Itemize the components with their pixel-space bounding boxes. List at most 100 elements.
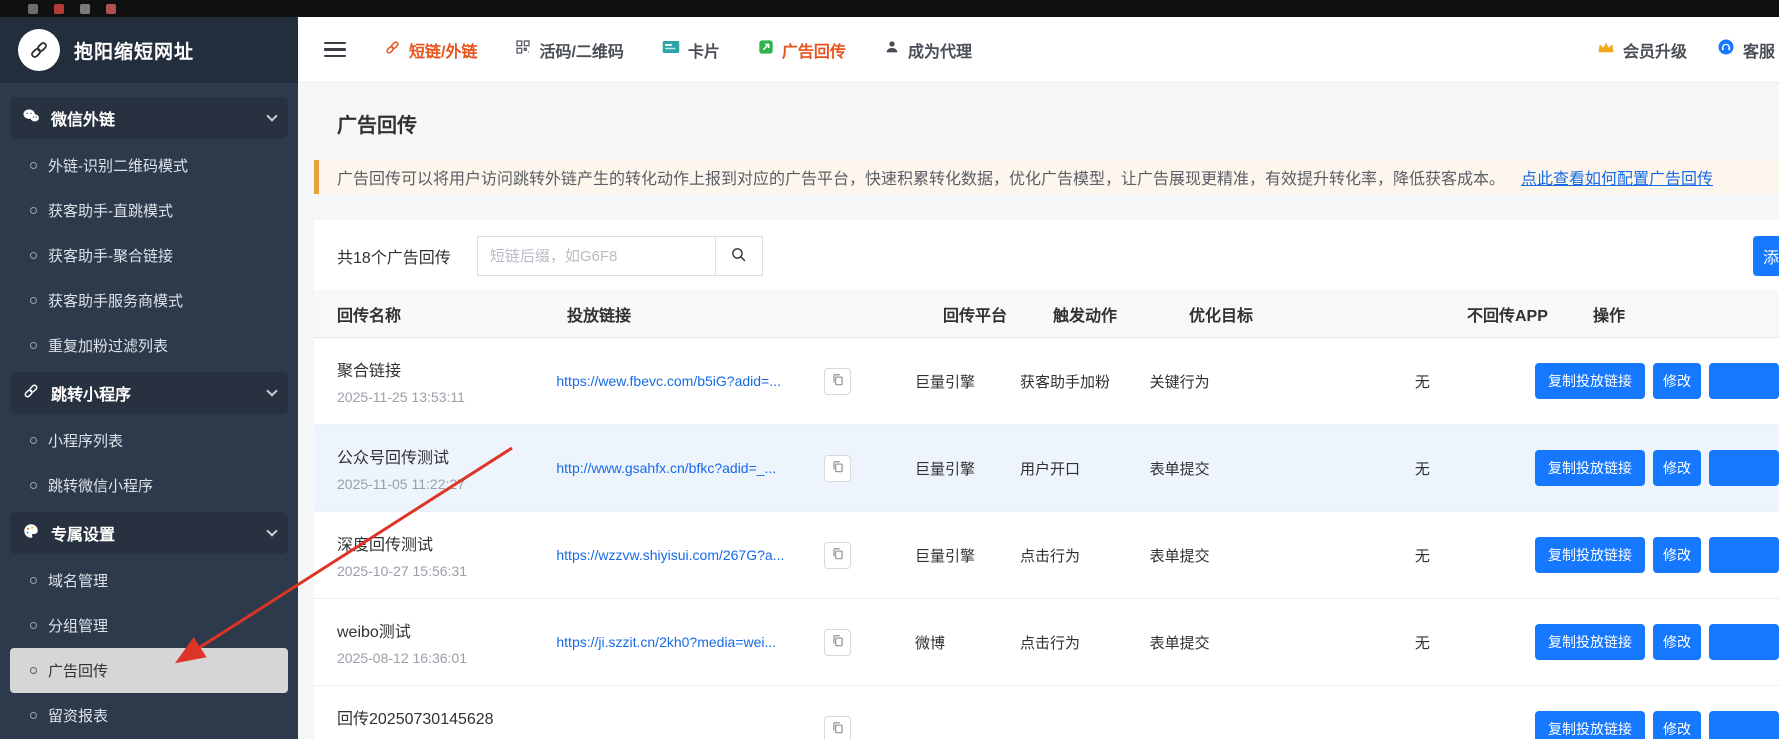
copy-url-button[interactable] (824, 716, 851, 739)
sidebar-group-exclusive-settings[interactable]: 专属设置 (10, 512, 288, 554)
optimize-goal: 表单提交 (1150, 458, 1415, 479)
no-callback-app: 无 (1415, 371, 1535, 392)
nav-tab-card[interactable]: 卡片 (662, 38, 720, 62)
sidebar-item-jump-wechat-miniprogram[interactable]: 跳转微信小程序 (0, 463, 298, 508)
sidebar-item-miniprogram-list[interactable]: 小程序列表 (0, 418, 298, 463)
sidebar-item-label: 重复加粉过滤列表 (48, 335, 168, 356)
sidebar-item-qr-recognize-mode[interactable]: 外链-识别二维码模式 (0, 143, 298, 188)
sidebar-item-label: 跳转微信小程序 (48, 475, 153, 496)
taskbar-icon[interactable] (54, 4, 64, 14)
palette-icon (22, 522, 40, 545)
callback-platform: 巨量引擎 (915, 371, 1020, 392)
nav-tab-ad-callback[interactable]: 广告回传 (758, 38, 846, 62)
trigger-action: 点击行为 (1020, 632, 1150, 653)
edit-button[interactable]: 修改 (1653, 450, 1701, 486)
table-row: 深度回传测试 2025-10-27 15:56:31 https://wzzvw… (314, 512, 1779, 599)
nav-tab-label: 短链/外链 (409, 38, 477, 62)
no-callback-app: 无 (1415, 545, 1535, 566)
copy-icon (831, 634, 845, 651)
nav-tab-become-agent[interactable]: 成为代理 (884, 38, 972, 62)
menu-toggle-icon[interactable] (324, 42, 346, 58)
bullet-icon (30, 622, 37, 629)
no-callback-app: 无 (1415, 632, 1535, 653)
member-upgrade-button[interactable]: 会员升级 (1597, 38, 1687, 62)
info-banner: 广告回传可以将用户访问跳转外链产生的转化动作上报到对应的广告平台，快速积累转化数… (314, 160, 1779, 194)
copy-url-button[interactable] (824, 629, 851, 656)
trigger-action: 点击行为 (1020, 545, 1150, 566)
edit-button[interactable]: 修改 (1653, 363, 1701, 399)
ad-callback-icon (758, 39, 774, 60)
search-input[interactable] (477, 236, 715, 276)
copy-icon (831, 721, 845, 738)
taskbar-icon[interactable] (28, 4, 38, 14)
search-button[interactable] (715, 236, 763, 276)
no-callback-app: 无 (1415, 458, 1535, 479)
sidebar-item-lead-report[interactable]: 留资报表 (0, 693, 298, 738)
sidebar-item-label: 获客助手-直跳模式 (48, 200, 173, 221)
bullet-icon (30, 252, 37, 259)
sidebar-item-assist-direct-jump[interactable]: 获客助手-直跳模式 (0, 188, 298, 233)
column-header: 回传名称 (337, 302, 567, 326)
table-row: weibo测试 2025-08-12 16:36:01 https://ji.s… (314, 599, 1779, 686)
nav-tab-shortlink[interactable]: 短链/外链 (384, 38, 477, 62)
customer-service-label: 客服 (1743, 38, 1775, 62)
edit-button[interactable]: 修改 (1653, 711, 1701, 739)
bullet-icon (30, 207, 37, 214)
sidebar-item-label: 获客助手-聚合链接 (48, 245, 173, 266)
sidebar: 抱阳缩短网址 微信外链 外链-识别二维码模式 (0, 17, 298, 739)
copy-url-button[interactable] (824, 542, 851, 569)
callback-time: 2025-10-27 15:56:31 (337, 563, 556, 579)
column-header: 触发动作 (1053, 302, 1189, 326)
sidebar-item-group-management[interactable]: 分组管理 (0, 603, 298, 648)
copy-link-button[interactable]: 复制投放链接 (1535, 363, 1645, 399)
copy-link-button[interactable]: 复制投放链接 (1535, 711, 1645, 739)
tracking-url-link[interactable]: https://ji.szzit.cn/2kh0?media=wei... (556, 634, 824, 650)
copy-url-button[interactable] (824, 455, 851, 482)
callback-platform: 巨量引擎 (915, 545, 1020, 566)
tracking-url-link[interactable]: https://wew.fbevc.com/b5iG?adid=... (556, 373, 824, 389)
copy-link-button[interactable]: 复制投放链接 (1535, 450, 1645, 486)
banner-help-link[interactable]: 点此查看如何配置广告回传 (1521, 165, 1713, 189)
copy-icon (831, 373, 845, 390)
sidebar-group-weixin-outlink[interactable]: 微信外链 (10, 97, 288, 139)
copy-link-button[interactable]: 复制投放链接 (1535, 537, 1645, 573)
taskbar-icon[interactable] (80, 4, 90, 14)
tracking-url-link[interactable]: http://www.gsahfx.cn/bfkc?adid=_... (556, 460, 824, 476)
bullet-icon (30, 482, 37, 489)
tracking-url-link[interactable]: https://wzzvw.shiyisui.com/267G?a... (556, 547, 824, 563)
sidebar-item-label: 分组管理 (48, 615, 108, 636)
bullet-icon (30, 162, 37, 169)
callback-name: weibo测试 (337, 618, 556, 642)
customer-service-button[interactable]: 客服 (1717, 38, 1775, 62)
nav-tab-label: 成为代理 (908, 38, 972, 62)
table-row: 回传20250730145628 (314, 686, 1779, 739)
sidebar-item-ad-callback[interactable]: 广告回传 (10, 648, 288, 693)
nav-tab-qrcode[interactable]: 活码/二维码 (515, 38, 623, 62)
add-callback-button[interactable]: 添加广告回传 (1753, 236, 1779, 276)
taskbar-icon[interactable] (106, 4, 116, 14)
copy-icon (831, 460, 845, 477)
action-button-clipped[interactable] (1709, 624, 1779, 660)
sidebar-item-assist-aggregate-link[interactable]: 获客助手-聚合链接 (0, 233, 298, 278)
sidebar-item-assist-sp-mode[interactable]: 获客助手服务商模式 (0, 278, 298, 323)
column-header: 回传平台 (943, 302, 1053, 326)
sidebar-item-domain-management[interactable]: 域名管理 (0, 558, 298, 603)
member-upgrade-label: 会员升级 (1623, 38, 1687, 62)
action-button-clipped[interactable] (1709, 537, 1779, 573)
sidebar-item-duplicate-fan-filter[interactable]: 重复加粉过滤列表 (0, 323, 298, 368)
copy-url-button[interactable] (824, 368, 851, 395)
edit-button[interactable]: 修改 (1653, 624, 1701, 660)
callback-list-card: 共18个广告回传 添加广告回传 (314, 220, 1779, 739)
search-box (477, 236, 763, 276)
bullet-icon (30, 342, 37, 349)
sidebar-group-jump-miniprogram[interactable]: 跳转小程序 (10, 372, 288, 414)
bullet-icon (30, 297, 37, 304)
column-header: 操作 (1593, 302, 1625, 326)
top-navbar: 短链/外链 活码/二维码 (298, 17, 1779, 83)
action-button-clipped[interactable] (1709, 450, 1779, 486)
edit-button[interactable]: 修改 (1653, 537, 1701, 573)
action-button-clipped[interactable] (1709, 711, 1779, 739)
copy-link-button[interactable]: 复制投放链接 (1535, 624, 1645, 660)
action-button-clipped[interactable] (1709, 363, 1779, 399)
trigger-action: 用户开口 (1020, 458, 1150, 479)
